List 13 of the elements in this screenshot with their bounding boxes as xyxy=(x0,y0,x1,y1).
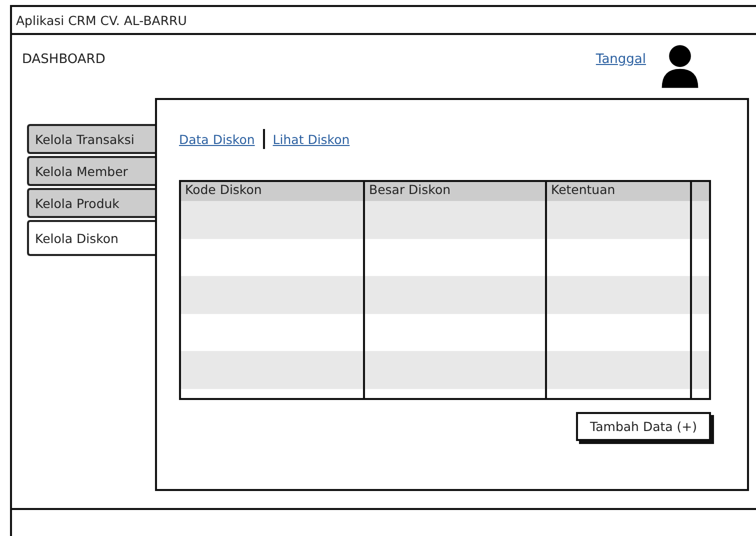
date-link[interactable]: Tanggal xyxy=(596,52,646,67)
side-tab[interactable]: Kelola Diskon xyxy=(27,220,155,256)
nav-link[interactable]: Data Diskon xyxy=(179,132,255,146)
nav-link[interactable]: Lihat Diskon xyxy=(272,132,350,146)
column-header: Besar Diskon xyxy=(368,182,452,199)
window-title: Aplikasi CRM CV. AL-BARRU xyxy=(16,12,187,28)
page-title: DASHBOARD xyxy=(22,52,106,67)
side-tab[interactable]: Kelola Member xyxy=(27,156,155,186)
side-tab[interactable]: Kelola Transaksi xyxy=(27,124,155,154)
add-data-button[interactable]: Tambah Data (+) xyxy=(576,412,711,441)
column-header: Kode Diskon xyxy=(184,182,263,199)
column-header: Ketentuan xyxy=(550,182,616,199)
side-tab[interactable]: Kelola Produk xyxy=(27,188,155,218)
